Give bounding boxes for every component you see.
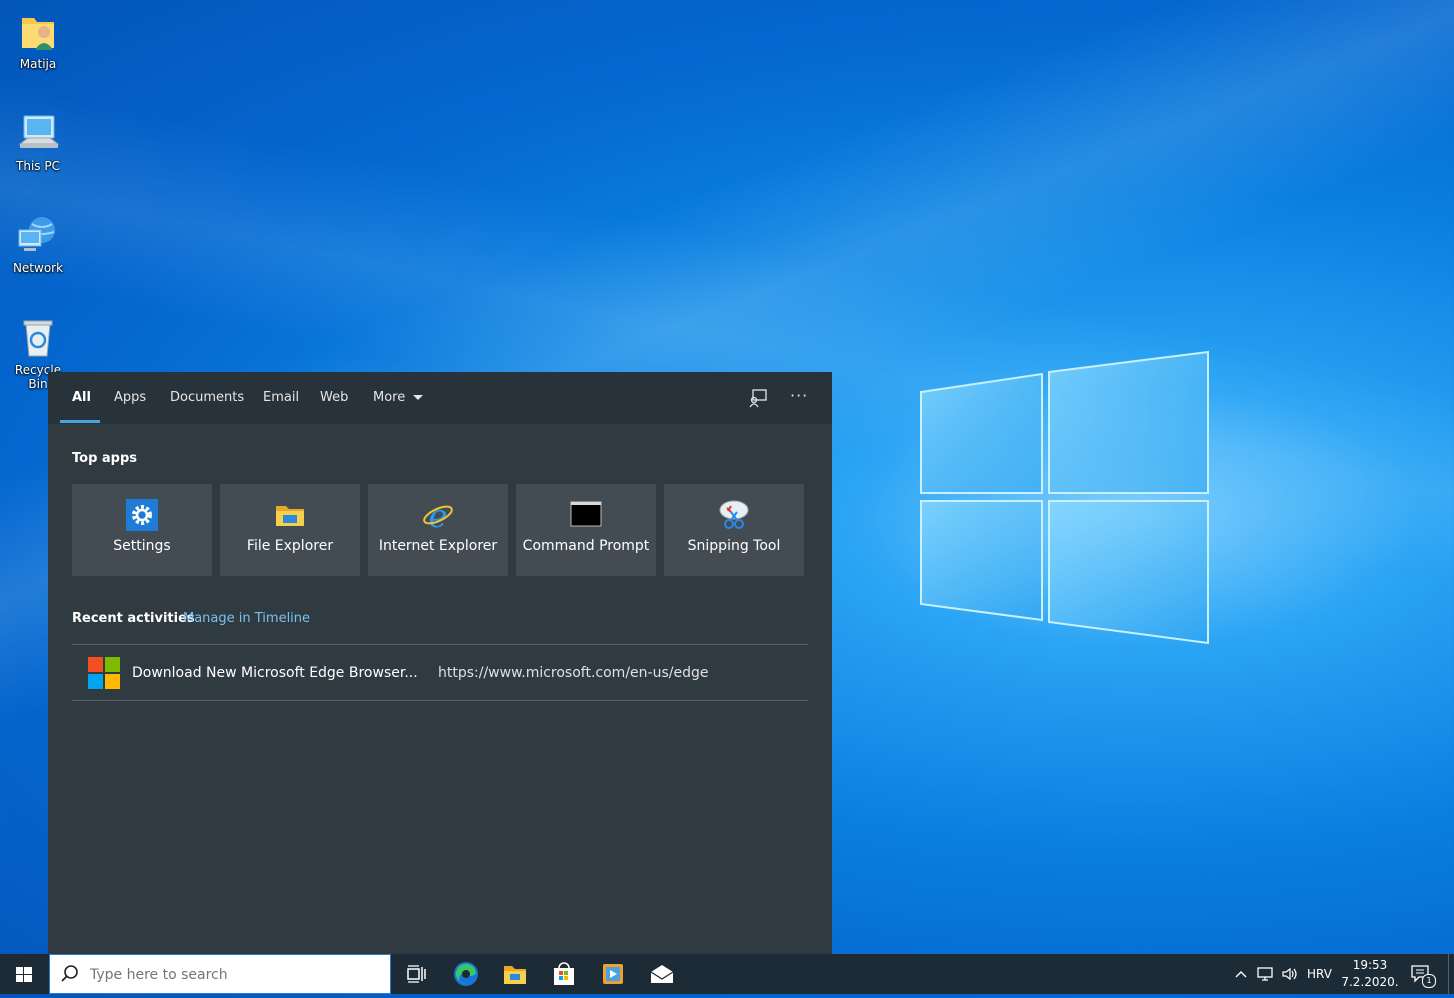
tab-more[interactable]: More: [373, 390, 424, 405]
store-icon[interactable]: [550, 960, 578, 988]
mail-icon[interactable]: [648, 960, 676, 988]
search-icon: [60, 964, 80, 984]
desktop-icon-user-folder[interactable]: Matija: [4, 10, 72, 71]
file-explorer-icon[interactable]: [501, 960, 529, 988]
edge-icon[interactable]: [452, 960, 480, 988]
tab-email[interactable]: Email: [263, 390, 299, 405]
task-view-icon[interactable]: [403, 960, 431, 988]
chevron-up-icon[interactable]: [1234, 967, 1248, 981]
desktop-icon-label: Matija: [19, 57, 57, 71]
app-tile-label: Snipping Tool: [687, 538, 781, 554]
input-language-indicator[interactable]: HRV: [1307, 967, 1332, 981]
tab-documents[interactable]: Documents: [170, 390, 244, 405]
windows-wallpaper-logo: [920, 350, 1209, 645]
network-tray-icon[interactable]: [1256, 966, 1274, 982]
tab-web[interactable]: Web: [320, 390, 348, 405]
start-button[interactable]: [0, 954, 48, 994]
search-input[interactable]: [88, 964, 382, 986]
app-tile-settings[interactable]: Settings: [72, 484, 212, 576]
gear-icon: [125, 498, 159, 532]
folder-icon: [273, 498, 307, 532]
clock-time: 19:53: [1352, 958, 1388, 972]
app-tile-label: File Explorer: [246, 538, 334, 554]
recent-activity-title: Download New Microsoft Edge Browser...: [132, 665, 418, 681]
desktop-icon-label: This PC: [16, 159, 60, 173]
recent-activities-heading: Recent activities: [72, 611, 195, 626]
search-tabs-bar: All Apps Documents Email Web More ···: [48, 372, 832, 424]
app-tile-label: Internet Explorer: [378, 538, 498, 554]
windows-icon: [16, 967, 32, 982]
manage-timeline-link[interactable]: Manage in Timeline: [183, 611, 310, 626]
app-tile-snipping-tool[interactable]: Snipping Tool: [664, 484, 804, 576]
divider: [72, 700, 808, 701]
ie-icon: e: [421, 497, 455, 535]
clock-date: 7.2.2020.: [1341, 975, 1399, 989]
app-tile-label: Command Prompt: [522, 538, 650, 554]
media-player-icon[interactable]: [599, 960, 627, 988]
app-tile-file-explorer[interactable]: File Explorer: [220, 484, 360, 576]
clock[interactable]: 19:53 7.2.2020.: [1340, 957, 1400, 991]
recycle-bin-icon: [16, 316, 60, 360]
chevron-down-icon: [413, 395, 424, 400]
recent-activity-item[interactable]: Download New Microsoft Edge Browser... h…: [72, 645, 808, 700]
network-icon: [16, 214, 60, 258]
tab-more-label: More: [373, 390, 406, 405]
recent-activity-url: https://www.microsoft.com/en-us/edge: [438, 665, 709, 681]
top-apps-heading: Top apps: [72, 451, 138, 466]
desktop-icon-network[interactable]: Network: [4, 214, 72, 275]
app-tile-command-prompt[interactable]: Command Prompt: [516, 484, 656, 576]
user-folder-icon: [16, 10, 60, 54]
tab-apps[interactable]: Apps: [114, 390, 146, 405]
cmd-icon: [569, 498, 603, 532]
action-center-icon[interactable]: 1: [1410, 964, 1436, 988]
feedback-icon[interactable]: [748, 388, 768, 408]
scissors-icon: [717, 498, 751, 532]
taskbar: HRV 19:53 7.2.2020. 1: [0, 954, 1454, 994]
show-desktop-button[interactable]: [1448, 954, 1454, 994]
computer-icon: [16, 112, 60, 156]
app-tile-label: Settings: [113, 538, 171, 554]
taskbar-search-box[interactable]: [49, 954, 391, 994]
app-tile-internet-explorer[interactable]: e Internet Explorer: [368, 484, 508, 576]
volume-icon[interactable]: [1281, 966, 1299, 982]
more-options-icon[interactable]: ···: [790, 386, 808, 405]
desktop-icon-this-pc[interactable]: This PC: [4, 112, 72, 173]
microsoft-logo-icon: [88, 657, 120, 689]
svg-text:e: e: [429, 498, 448, 532]
search-panel: All Apps Documents Email Web More ··· To…: [48, 372, 832, 954]
notification-badge: 1: [1422, 974, 1436, 988]
active-tab-indicator: [60, 420, 100, 423]
tab-all[interactable]: All: [72, 390, 91, 405]
desktop-icon-label: Network: [12, 261, 64, 275]
